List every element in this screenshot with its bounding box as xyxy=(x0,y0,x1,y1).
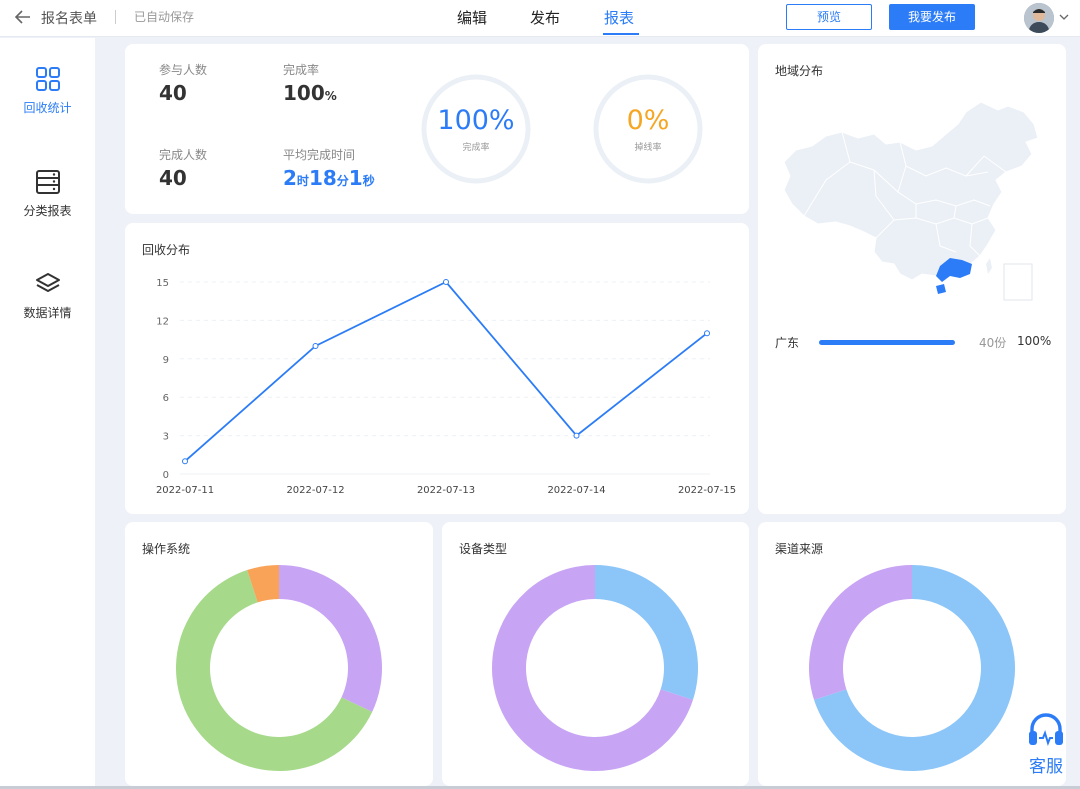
sidebar: 回收统计 分类报表 数据详情 xyxy=(0,38,95,789)
avatar[interactable] xyxy=(1024,3,1054,33)
dropout-ring-label: 掉线率 xyxy=(634,143,662,153)
x-tick-label: 2022-07-11 xyxy=(156,485,214,496)
hainan-region xyxy=(936,284,946,294)
recovery-card: 回收分布 0 3 6 9 12 15 2022-07-11 2022-07-12 2022-07… xyxy=(125,223,749,514)
dropout-ring-value: 0% xyxy=(626,105,670,136)
data-point[interactable] xyxy=(704,330,710,337)
donut-slice[interactable] xyxy=(595,565,698,700)
completed-value: 40 xyxy=(159,166,187,190)
region-percent: 100% xyxy=(1017,334,1052,348)
avg-time-value: 2时18分1秒 xyxy=(283,166,375,190)
channel-donut-chart xyxy=(809,565,1015,771)
region-title: 地域分布 xyxy=(775,64,824,78)
back-arrow-icon[interactable] xyxy=(12,6,34,28)
header-divider xyxy=(115,10,116,24)
sidebar-item-label: 回收统计 xyxy=(23,101,72,115)
data-point[interactable] xyxy=(182,458,188,465)
x-tick-label: 2022-07-14 xyxy=(547,485,605,496)
completion-rate-label: 完成率 xyxy=(283,63,320,77)
summary-card: 参与人数 40 完成率 100% 完成人数 40 平均完成时间 2时18分1秒 … xyxy=(125,44,749,214)
form-title: 报名表单 xyxy=(41,11,97,27)
participants-value: 40 xyxy=(159,81,187,105)
completion-ring-label: 完成率 xyxy=(462,143,490,153)
grid-icon xyxy=(35,67,60,91)
avatar-photo-icon xyxy=(1024,3,1054,33)
completed-label: 完成人数 xyxy=(159,148,208,162)
chevron-down-icon[interactable] xyxy=(1058,12,1070,22)
top-bar: 报名表单 已自动保存 编辑 发布 报表 预览 我要发布 xyxy=(0,0,1080,37)
sidebar-item-data-details[interactable]: 数据详情 xyxy=(0,270,95,321)
data-point[interactable] xyxy=(312,343,319,349)
region-count: 40份 xyxy=(979,336,1007,350)
tab-publish[interactable]: 发布 xyxy=(530,7,560,28)
y-tick-label: 12 xyxy=(156,316,169,327)
publish-button[interactable]: 我要发布 xyxy=(889,4,975,30)
device-donut-chart xyxy=(492,565,698,771)
series-line xyxy=(184,280,708,462)
y-tick-label: 9 xyxy=(163,355,169,366)
os-donut-chart xyxy=(176,565,382,771)
device-card: 设备类型 xyxy=(442,522,749,786)
os-card: 操作系统 xyxy=(125,522,433,786)
completion-ring: 100% 完成率 xyxy=(420,73,532,185)
customer-service-label[interactable]: 客服 xyxy=(1029,752,1063,777)
y-tick-label: 0 xyxy=(163,470,169,481)
layers-icon xyxy=(35,273,60,292)
data-point[interactable] xyxy=(573,432,580,439)
region-name: 广东 xyxy=(775,336,800,350)
active-tab-indicator xyxy=(603,33,639,35)
x-tick-label: 2022-07-15 xyxy=(678,485,736,496)
region-card: 地域分布 广东 40份 100% xyxy=(758,44,1066,514)
sidebar-item-recovery-stats[interactable]: 回收统计 xyxy=(0,65,95,116)
donut-slice[interactable] xyxy=(809,565,912,700)
completion-rate-value: 100% xyxy=(283,81,337,105)
server-stack-icon xyxy=(35,170,60,194)
taiwan-region xyxy=(986,258,992,274)
channel-card: 渠道来源 xyxy=(758,522,1066,786)
data-point[interactable] xyxy=(443,279,449,285)
china-map-shape xyxy=(783,101,1039,281)
y-tick-label: 3 xyxy=(163,432,169,443)
participants-label: 参与人数 xyxy=(159,63,208,77)
dropout-ring: 0% 掉线率 xyxy=(592,73,704,185)
avg-time-label: 平均完成时间 xyxy=(283,148,356,162)
y-tick-label: 6 xyxy=(163,393,169,404)
recovery-line-chart: 0 3 6 9 12 15 2022-07-11 2022-07-12 2022-07-13 20… xyxy=(156,278,736,496)
headset-icon[interactable] xyxy=(1026,712,1066,748)
sidebar-item-label: 分类报表 xyxy=(23,204,72,218)
autosave-status: 已自动保存 xyxy=(134,10,195,24)
tab-report[interactable]: 报表 xyxy=(604,7,634,28)
tab-edit[interactable]: 编辑 xyxy=(457,7,487,28)
y-tick-label: 15 xyxy=(156,278,169,289)
china-map xyxy=(783,101,1039,301)
south-sea-inset xyxy=(1003,263,1033,301)
donut-slice[interactable] xyxy=(279,565,382,712)
completion-ring-value: 100% xyxy=(437,105,515,136)
preview-button[interactable]: 预览 xyxy=(786,4,872,30)
region-progress-bar xyxy=(819,340,955,345)
x-tick-label: 2022-07-13 xyxy=(417,485,475,496)
sidebar-item-label: 数据详情 xyxy=(23,306,72,320)
sidebar-item-category-report[interactable]: 分类报表 xyxy=(0,168,95,219)
x-tick-label: 2022-07-12 xyxy=(286,485,344,496)
